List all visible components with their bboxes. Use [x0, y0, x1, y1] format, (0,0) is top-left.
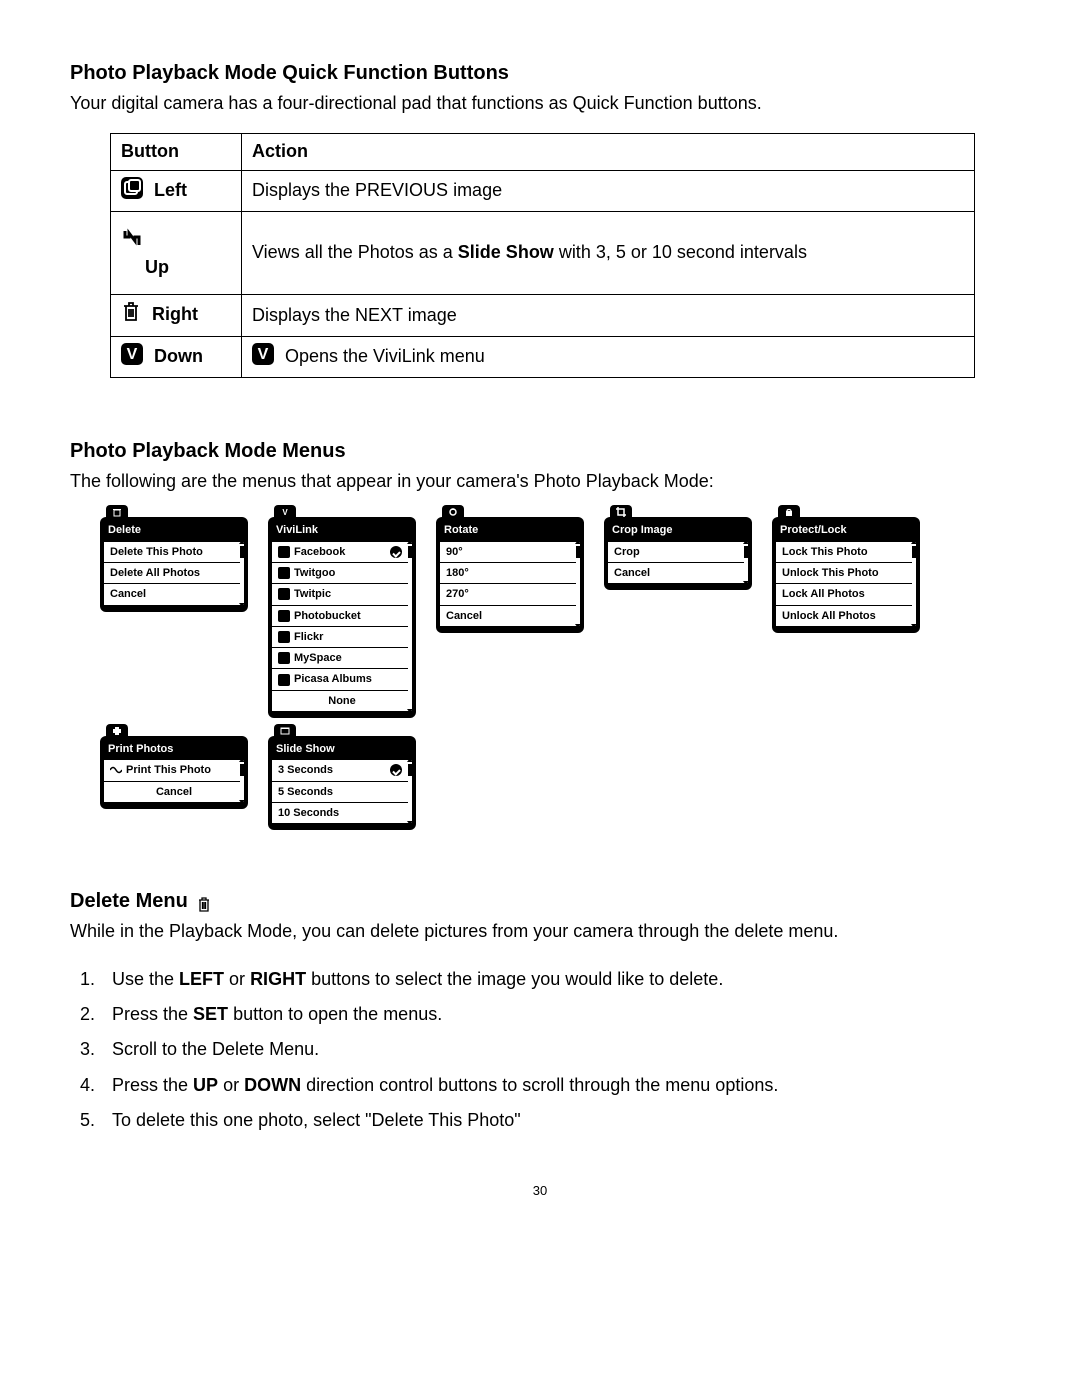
list-item: Delete This Photo — [104, 542, 244, 562]
vivilink-v-icon-inline: V — [252, 343, 274, 371]
lock-tab-icon — [778, 505, 800, 519]
list-item: Photobucket — [272, 606, 412, 626]
quick-function-table: Button Action Left Displays the PREVIOUS… — [110, 133, 975, 378]
menu-title-rotate: Rotate — [440, 521, 580, 541]
step-2: Press the SET button to open the menus. — [100, 1003, 1010, 1026]
button-left-label: Left — [154, 180, 187, 200]
action-up-bold: Slide Show — [458, 242, 554, 262]
button-cell-up: Up — [111, 212, 242, 295]
menu-title-slideshow: Slide Show — [272, 740, 412, 760]
list-item: Twitpic — [272, 584, 412, 604]
slideshow-icon — [121, 227, 143, 255]
menu-card-crop: Crop Image Crop Cancel — [604, 517, 752, 590]
menu-title-protect: Protect/Lock — [776, 521, 916, 541]
button-down-label: Down — [154, 346, 203, 366]
menu-title-vivilink: ViviLink — [272, 521, 412, 541]
section-heading-delete-menu: Delete Menu — [70, 888, 1010, 914]
slideshow-tab-icon — [274, 724, 296, 738]
list-item: Cancel — [608, 563, 748, 583]
list-item: 10 Seconds — [272, 803, 412, 823]
list-item: 270° — [440, 584, 580, 604]
step-4: Press the UP or DOWN direction control b… — [100, 1074, 1010, 1097]
list-item: Delete All Photos — [104, 563, 244, 583]
check-icon — [390, 546, 402, 558]
list-item: Facebook — [272, 542, 412, 562]
svg-text:V: V — [282, 508, 288, 517]
flickr-icon — [278, 631, 290, 643]
print-tab-icon — [106, 724, 128, 738]
list-item: Picasa Albums — [272, 669, 412, 689]
menu-card-protect: Protect/Lock Lock This Photo Unlock This… — [772, 517, 920, 632]
action-down-text: Opens the ViviLink menu — [280, 346, 485, 366]
list-item: Unlock This Photo — [776, 563, 916, 583]
table-header-action: Action — [242, 134, 975, 170]
section-heading-menus: Photo Playback Mode Menus — [70, 438, 1010, 464]
button-right-label: Right — [152, 304, 198, 324]
table-header-button: Button — [111, 134, 242, 170]
menu-card-vivilink: V ViviLink Facebook Twitgoo Twitpic Phot… — [268, 517, 416, 718]
menu-card-print: Print Photos Print This Photo Cancel — [100, 736, 248, 809]
list-item: 3 Seconds — [272, 760, 412, 780]
vivilink-v-icon: V — [121, 343, 143, 371]
section-intro-quick-functions: Your digital camera has a four-direction… — [70, 92, 1010, 115]
section-intro-delete: While in the Playback Mode, you can dele… — [70, 920, 1010, 943]
menu-title-print: Print Photos — [104, 740, 244, 760]
step-5: To delete this one photo, select "Delete… — [100, 1109, 1010, 1132]
menu-title-crop: Crop Image — [608, 521, 748, 541]
menu-card-slideshow: Slide Show 3 Seconds 5 Seconds 10 Second… — [268, 736, 416, 830]
button-up-label: Up — [145, 257, 169, 277]
step-3: Scroll to the Delete Menu. — [100, 1038, 1010, 1061]
page-number: 30 — [70, 1183, 1010, 1200]
action-right: Displays the NEXT image — [242, 295, 975, 336]
trash-tab-icon — [106, 505, 128, 519]
rotate-tab-icon — [442, 505, 464, 519]
section-heading-quick-functions: Photo Playback Mode Quick Function Butto… — [70, 60, 1010, 86]
menu-card-rotate: Rotate 90° 180° 270° Cancel — [436, 517, 584, 632]
button-cell-right: Right — [111, 295, 242, 336]
action-down: V Opens the ViviLink menu — [242, 336, 975, 377]
list-item: Cancel — [440, 606, 580, 626]
menu-card-delete: Delete Delete This Photo Delete All Phot… — [100, 517, 248, 611]
menu-title-delete: Delete — [104, 521, 244, 541]
vivilink-tab-icon: V — [274, 505, 296, 519]
list-item: Cancel — [104, 782, 244, 802]
list-item: Flickr — [272, 627, 412, 647]
svg-text:V: V — [258, 346, 269, 363]
list-item: 90° — [440, 542, 580, 562]
step-1: Use the LEFT or RIGHT buttons to select … — [100, 968, 1010, 991]
button-cell-down: V Down — [111, 336, 242, 377]
trash-icon — [121, 301, 141, 329]
list-item: Lock This Photo — [776, 542, 916, 562]
list-item: 5 Seconds — [272, 782, 412, 802]
crop-tab-icon — [610, 505, 632, 519]
section-intro-menus: The following are the menus that appear … — [70, 470, 1010, 493]
list-item: Print This Photo — [104, 760, 244, 780]
myspace-icon — [278, 652, 290, 664]
trash-icon-small — [197, 894, 211, 910]
action-up-prefix: Views all the Photos as a — [252, 242, 458, 262]
button-cell-left: Left — [111, 170, 242, 211]
list-item: Crop — [608, 542, 748, 562]
list-item: 180° — [440, 563, 580, 583]
facebook-icon — [278, 546, 290, 558]
previous-icon — [121, 177, 143, 205]
svg-text:V: V — [127, 346, 138, 363]
list-item: Cancel — [104, 584, 244, 604]
delete-steps-list: Use the LEFT or RIGHT buttons to select … — [70, 968, 1010, 1133]
list-item: MySpace — [272, 648, 412, 668]
photobucket-icon — [278, 610, 290, 622]
list-item: Lock All Photos — [776, 584, 916, 604]
action-up-suffix: with 3, 5 or 10 second intervals — [554, 242, 807, 262]
action-up: Views all the Photos as a Slide Show wit… — [242, 212, 975, 295]
list-item: Unlock All Photos — [776, 606, 916, 626]
check-icon — [390, 764, 402, 776]
twitgoo-icon — [278, 567, 290, 579]
picasa-icon — [278, 674, 290, 686]
list-item: Twitgoo — [272, 563, 412, 583]
twitpic-icon — [278, 588, 290, 600]
action-left: Displays the PREVIOUS image — [242, 170, 975, 211]
list-item: None — [272, 691, 412, 711]
